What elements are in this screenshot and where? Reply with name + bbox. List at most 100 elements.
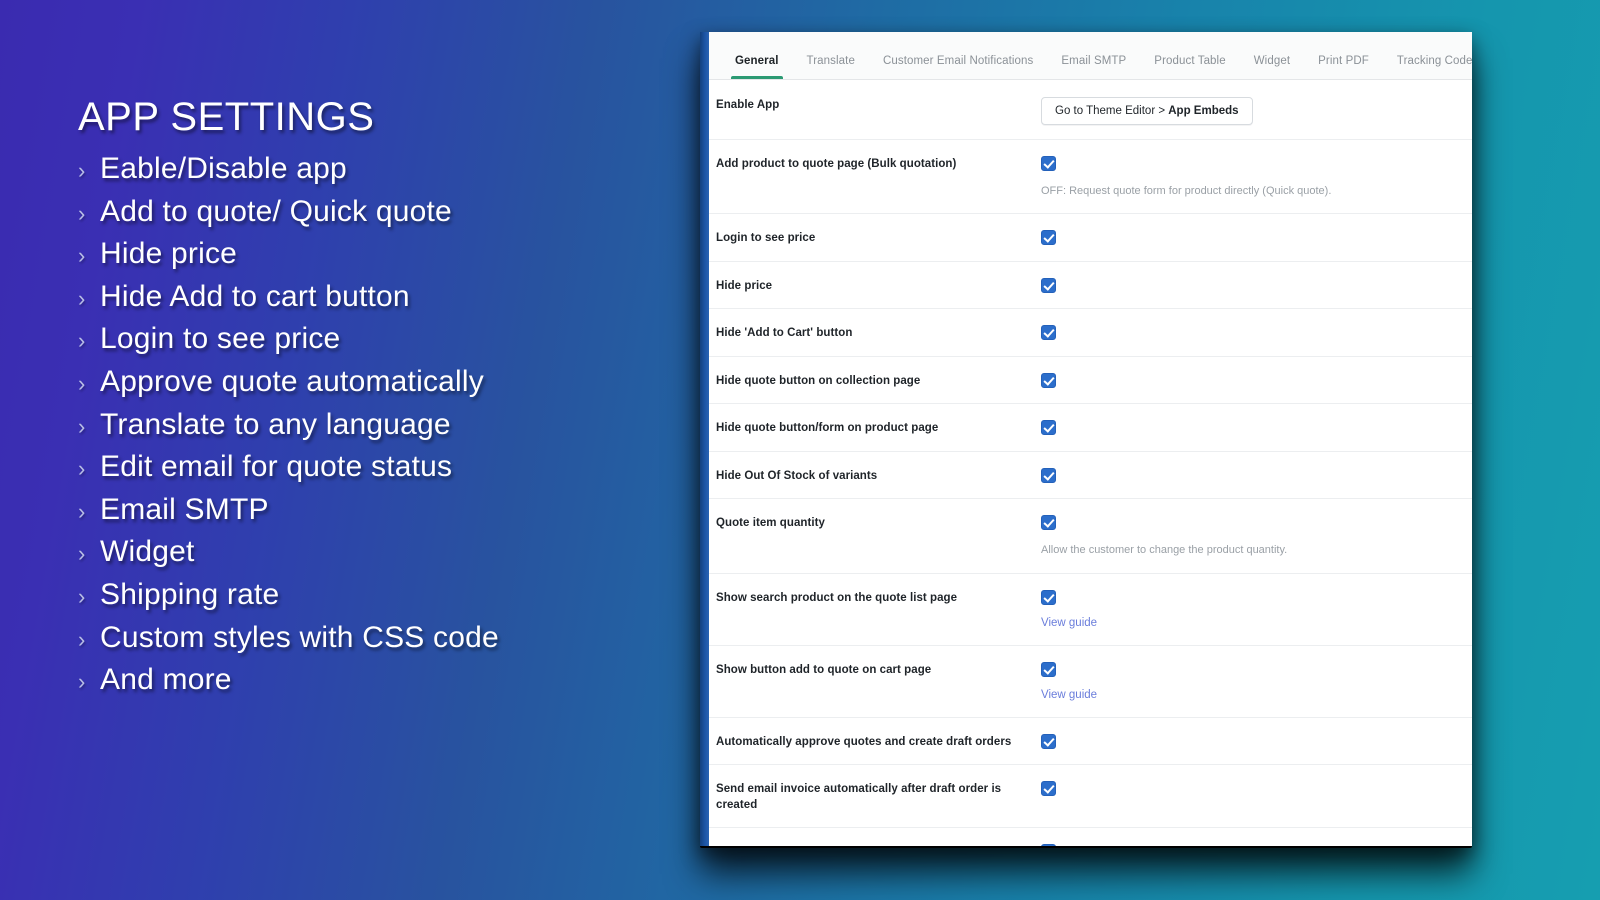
setting-row-label: Hide quote button/form on product page <box>716 422 939 435</box>
feature-list-item: › Hide Add to cart button <box>78 280 698 314</box>
checkbox-checked-icon[interactable] <box>1041 844 1056 846</box>
setting-row: Enable App Go to Theme Editor > App Embed… <box>709 81 1472 140</box>
view-guide-link[interactable]: View guide <box>1041 689 1097 701</box>
setting-row-label: Tracking UTM source <box>716 844 1041 846</box>
checkbox-checked-icon[interactable] <box>1041 277 1056 293</box>
setting-row-control: Allow the customer to change the product… <box>1041 515 1450 558</box>
page-title: APP SETTINGS <box>78 95 375 139</box>
checkbox-checked-icon[interactable] <box>1041 325 1056 341</box>
feature-list-item: › Edit email for quote status <box>78 450 698 484</box>
checkbox-checked-icon[interactable] <box>1041 372 1056 388</box>
setting-row-control: OFF: Request quote form for product dire… <box>1041 156 1450 199</box>
setting-row: Login to see price <box>709 214 1472 262</box>
chevron-right-icon: › <box>78 413 86 439</box>
tab-general[interactable]: General <box>721 55 793 79</box>
chevron-right-icon: › <box>78 669 86 695</box>
checkbox-checked-icon[interactable] <box>1041 589 1056 605</box>
chevron-right-icon: › <box>78 541 86 567</box>
feature-list-item: › Email SMTP <box>78 493 698 527</box>
app-settings-panel: General Translate Customer Email Notificat… <box>700 32 1472 846</box>
promo-column: APP SETTINGS › Eable/Disable app › Add to q… <box>78 96 698 706</box>
feature-list-item-label: Add to quote/ Quick quote <box>100 194 452 228</box>
checkbox-checked-icon[interactable] <box>1041 230 1056 246</box>
feature-list-item: › Hide price <box>78 237 698 271</box>
setting-row: Hide quote button on collection page <box>709 357 1472 405</box>
setting-row-label: Login to see price <box>716 232 816 245</box>
feature-list-item-label: Custom styles with CSS code <box>100 620 499 654</box>
feature-list-item-label: Email SMTP <box>100 492 269 526</box>
feature-list-item: › Translate to any language <box>78 408 698 442</box>
chevron-right-icon: › <box>78 285 86 311</box>
setting-row: Quote item quantity Allow the customer to… <box>709 499 1472 574</box>
checkbox-checked-icon[interactable] <box>1041 467 1056 483</box>
tab-product-table[interactable]: Product Table <box>1140 55 1239 79</box>
chevron-right-icon: › <box>78 328 86 354</box>
checkbox-checked-icon[interactable] <box>1041 733 1056 749</box>
feature-list-item-label: And more <box>100 663 232 697</box>
theme-editor-button-target: App Embeds <box>1168 105 1239 117</box>
setting-row-control: View guide <box>1041 661 1450 703</box>
setting-row: Hide Out Of Stock of variants <box>709 452 1472 500</box>
setting-row-label: Hide Out Of Stock of variants <box>716 469 878 482</box>
feature-list-item-label: Shipping rate <box>100 577 280 611</box>
setting-row: Hide price <box>709 262 1472 310</box>
chevron-right-icon: › <box>78 243 86 269</box>
setting-row-control <box>1041 467 1450 483</box>
setting-row-label: Hide quote button on collection page <box>716 374 921 387</box>
settings-tabbar: General Translate Customer Email Notificat… <box>709 32 1472 80</box>
setting-row-control <box>1041 844 1450 846</box>
feature-list-item: › Shipping rate <box>78 578 698 612</box>
setting-row-label: Hide 'Add to Cart' button <box>716 327 853 340</box>
setting-row: Hide 'Add to Cart' button <box>709 309 1472 357</box>
setting-row: Show search product on the quote list pa… <box>709 574 1472 646</box>
setting-row-label: Add product to quote page (Bulk quotatio… <box>716 158 957 170</box>
feature-list-item-label: Widget <box>100 535 195 569</box>
checkbox-checked-icon[interactable] <box>1041 420 1056 436</box>
setting-row-control <box>1041 230 1450 246</box>
panel-left-edge <box>700 32 709 846</box>
chevron-right-icon: › <box>78 158 86 183</box>
feature-list-item-label: Hide price <box>100 237 238 271</box>
chevron-right-icon: › <box>78 626 86 652</box>
setting-row: Tracking UTM source <box>709 828 1472 846</box>
setting-row: Show button add to quote on cart page Vie… <box>709 646 1472 718</box>
checkbox-checked-icon[interactable] <box>1041 515 1056 531</box>
tab-tracking-code[interactable]: Tracking Code <box>1383 55 1472 79</box>
setting-row: Automatically approve quotes and create … <box>709 718 1472 766</box>
tab-print-pdf[interactable]: Print PDF <box>1304 55 1383 79</box>
checkbox-checked-icon[interactable] <box>1041 781 1056 797</box>
screenshot-stage: APP SETTINGS › Eable/Disable app › Add to q… <box>0 0 1600 900</box>
tab-email-smtp[interactable]: Email SMTP <box>1047 55 1140 79</box>
chevron-right-icon: › <box>78 498 86 524</box>
setting-row: Hide quote button/form on product page <box>709 404 1472 452</box>
feature-list-item-label: Edit email for quote status <box>100 450 453 484</box>
feature-list-item-label: Translate to any language <box>100 407 451 441</box>
go-to-theme-editor-button[interactable]: Go to Theme Editor > App Embeds <box>1041 97 1253 125</box>
setting-row-label: Enable App <box>716 99 780 111</box>
setting-row: Send email invoice automatically after d… <box>709 765 1472 829</box>
chevron-right-icon: › <box>78 370 86 396</box>
tab-translate[interactable]: Translate <box>793 55 869 79</box>
checkbox-checked-icon[interactable] <box>1041 156 1056 171</box>
tab-widget[interactable]: Widget <box>1240 55 1304 79</box>
checkbox-checked-icon[interactable] <box>1041 661 1056 677</box>
feature-list-item: › Widget <box>78 535 698 569</box>
tab-customer-email-notifications[interactable]: Customer Email Notifications <box>869 55 1047 79</box>
feature-list-item: › Login to see price <box>78 322 698 356</box>
view-guide-link[interactable]: View guide <box>1041 617 1097 629</box>
feature-list-item-label: Hide Add to cart button <box>100 279 410 313</box>
setting-row-control <box>1041 372 1450 388</box>
setting-row-label: Show search product on the quote list pa… <box>716 591 958 604</box>
setting-row-control <box>1041 420 1450 436</box>
setting-row-control <box>1041 781 1450 797</box>
setting-row-label: Hide price <box>716 279 773 292</box>
setting-row-helper-text: OFF: Request quote form for product dire… <box>1041 185 1332 197</box>
setting-row-label: Quote item quantity <box>716 517 825 530</box>
feature-list-item: › And more <box>78 663 698 697</box>
feature-list-item-label: Eable/Disable app <box>100 152 347 185</box>
setting-row-control <box>1041 733 1450 749</box>
feature-list-item-label: Approve quote automatically <box>100 364 484 398</box>
setting-row-control <box>1041 277 1450 293</box>
feature-list-item: › Eable/Disable app <box>78 152 698 186</box>
settings-rows: Enable App Go to Theme Editor > App Embed… <box>709 81 1472 846</box>
